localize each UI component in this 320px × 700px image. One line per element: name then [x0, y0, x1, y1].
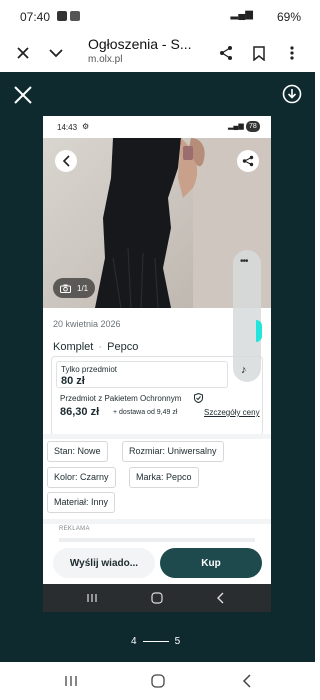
inner-time: 14:43 — [57, 123, 78, 132]
more-options-button[interactable] — [279, 40, 305, 66]
pager-current: 4 — [131, 636, 137, 647]
system-nav-bar — [0, 662, 315, 700]
download-icon — [282, 84, 302, 104]
download-button[interactable] — [282, 84, 302, 104]
buy-button[interactable]: Kup — [160, 548, 262, 578]
attribute-chip: Materiał: Inny — [47, 492, 116, 513]
battery-badge: 78 — [246, 121, 260, 132]
inner-nav-bar — [43, 584, 271, 612]
attribute-chip: Rozmiar: Uniwersalny — [122, 441, 224, 462]
price-details-link[interactable]: Szczegóły ceny — [204, 408, 260, 417]
status-time: 07:40 — [20, 10, 51, 24]
item-only-option[interactable]: Tylko przedmiot 80 zł — [56, 361, 228, 388]
photo-counter[interactable]: 1/1 — [53, 278, 96, 298]
signal-icon: ▂▄▆ — [228, 123, 244, 130]
close-icon — [14, 86, 32, 104]
page-title: Ogłoszenia - S... — [88, 36, 192, 52]
more-vert-icon — [290, 46, 294, 60]
close-tab-button[interactable] — [10, 40, 36, 66]
inner-status-bar: 14:43 ⚙ ▂▄▆ 78 — [43, 116, 271, 138]
item-only-label: Tylko przedmiot — [61, 365, 118, 374]
back-nav-icon[interactable] — [216, 592, 224, 604]
share-listing-button[interactable] — [237, 150, 259, 172]
camera-icon — [60, 284, 71, 293]
ad-placeholder — [59, 538, 255, 542]
settings-icon: ⚙ — [82, 122, 90, 131]
share-button[interactable] — [213, 40, 239, 66]
ad-label: REKLAMA — [59, 526, 90, 532]
listing-title: Komplet · Pepco — [53, 341, 139, 353]
side-panel-widget[interactable]: ••• ♪ — [233, 250, 261, 382]
divider — [43, 519, 271, 524]
home-icon[interactable] — [151, 674, 165, 688]
share-icon — [220, 46, 232, 60]
bookmark-button[interactable] — [246, 40, 272, 66]
battery-level: 69% — [276, 10, 301, 24]
price-box: Tylko przedmiot 80 zł Przedmiot z Pakiet… — [51, 356, 263, 436]
pager-line — [142, 641, 169, 642]
viewer-close-button[interactable] — [12, 84, 34, 106]
signal-icon: ▂▄▆ — [230, 9, 253, 20]
chevron-left-icon — [62, 155, 70, 167]
status-bar: 07:40 ▂▄▆ 69% — [0, 0, 315, 34]
home-icon[interactable] — [151, 592, 163, 604]
protection-price: 86,30 zł — [60, 406, 100, 418]
page-url: m.olx.pl — [88, 54, 123, 65]
share-icon — [242, 155, 254, 167]
attribute-chip: Stan: Nowe — [47, 441, 108, 462]
attribute-chip: Marka: Pepco — [129, 467, 199, 488]
divider — [43, 434, 271, 439]
recent-apps-icon[interactable] — [87, 593, 97, 603]
accent-indicator — [256, 320, 262, 342]
back-button[interactable] — [55, 150, 77, 172]
photo-counter-text: 1/1 — [77, 283, 89, 293]
expand-button[interactable] — [43, 40, 69, 66]
listing-date: 20 kwietnia 2026 — [53, 319, 121, 329]
send-message-button[interactable]: Wyślij wiado... — [53, 548, 155, 578]
gallery-icon — [70, 11, 80, 21]
chevron-down-icon — [49, 49, 63, 58]
bookmark-icon — [253, 45, 265, 61]
close-icon — [17, 47, 29, 59]
browser-toolbar: Ogłoszenia - S... m.olx.pl — [0, 34, 315, 72]
shipping-cost: + dostawa od 9,49 zł — [113, 409, 178, 416]
back-nav-icon[interactable] — [242, 674, 251, 688]
listing-title-part1: Komplet — [53, 341, 94, 353]
check-icon — [57, 11, 67, 21]
more-horiz-icon[interactable]: ••• — [240, 256, 248, 267]
protection-label: Przedmiot z Pakietem Ochronnym — [60, 394, 182, 403]
attribute-chip: Kolor: Czarny — [47, 467, 116, 488]
pager-next: 5 — [174, 636, 181, 647]
recent-apps-icon[interactable] — [65, 675, 77, 687]
listing-title-part2: Pepco — [107, 341, 139, 353]
item-price: 80 zł — [61, 375, 85, 387]
image-pager: 4 5 — [131, 636, 180, 647]
shield-icon — [194, 393, 203, 403]
music-note-icon[interactable]: ♪ — [241, 364, 247, 376]
